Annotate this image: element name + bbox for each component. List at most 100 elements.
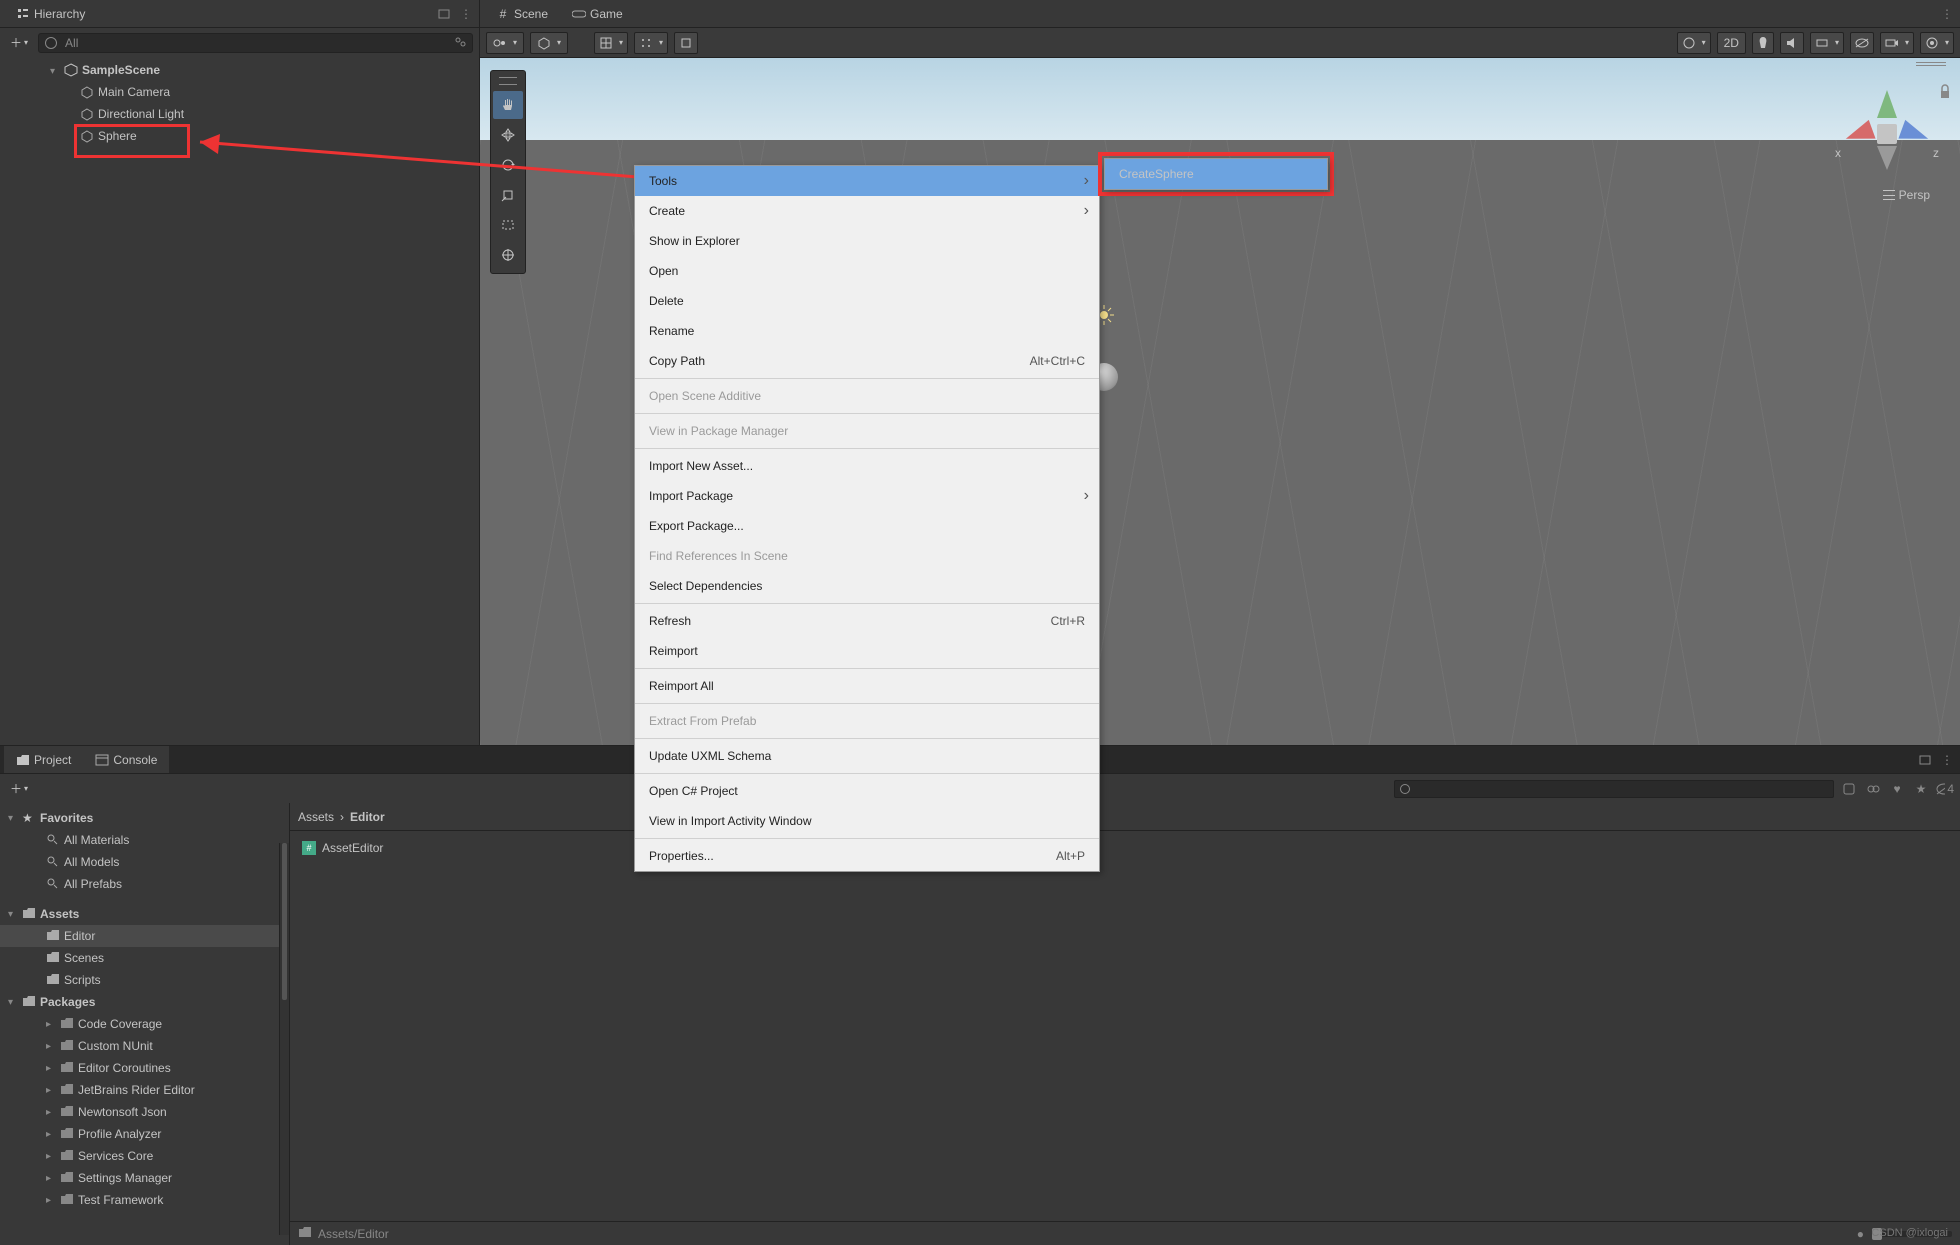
hidden-objects-button[interactable] — [1850, 32, 1874, 54]
move-tool-button[interactable] — [493, 121, 523, 149]
caret-icon[interactable] — [46, 1063, 56, 1074]
context-menu-item[interactable]: Tools — [635, 166, 1099, 196]
package-item[interactable]: Editor Coroutines — [0, 1057, 289, 1079]
context-menu-item[interactable]: Import Package — [635, 481, 1099, 511]
context-menu-item[interactable]: Properties...Alt+P — [635, 841, 1099, 871]
panel-options-icon[interactable] — [435, 5, 453, 23]
search-by-type-icon[interactable] — [1840, 780, 1858, 798]
context-menu-item[interactable]: Update UXML Schema — [635, 741, 1099, 771]
tab-hierarchy[interactable]: Hierarchy — [4, 0, 97, 27]
asset-item[interactable]: # AssetEditor — [302, 837, 1948, 859]
favorite-icon[interactable]: ★ — [1912, 780, 1930, 798]
orientation-gizmo[interactable]: x z — [1832, 76, 1942, 196]
favorites-header[interactable]: ★ Favorites — [0, 807, 289, 829]
pivot-mode-button[interactable]: ▾ — [486, 32, 524, 54]
tab-game[interactable]: Game — [560, 0, 635, 27]
scale-tool-button[interactable] — [493, 181, 523, 209]
folder-item[interactable]: Scenes — [0, 947, 289, 969]
caret-icon[interactable] — [46, 1151, 56, 1162]
tab-project[interactable]: Project — [4, 746, 83, 773]
snap-increment-button[interactable]: ▾ — [634, 32, 668, 54]
package-item[interactable]: Settings Manager — [0, 1167, 289, 1189]
grid-snap-button[interactable]: ▾ — [594, 32, 628, 54]
search-by-label-icon[interactable] — [1864, 780, 1882, 798]
package-item[interactable]: Custom NUnit — [0, 1035, 289, 1057]
draw-mode-button[interactable]: ▾ — [1677, 32, 1711, 54]
favorite-item[interactable]: All Models — [0, 851, 289, 873]
add-asset-button[interactable]: ＋▾ — [6, 778, 32, 799]
context-menu-item[interactable]: Create — [635, 196, 1099, 226]
package-item[interactable]: Services Core — [0, 1145, 289, 1167]
lighting-toggle-button[interactable] — [1752, 32, 1774, 54]
context-menu-item[interactable]: View in Import Activity Window — [635, 806, 1099, 836]
package-item[interactable]: Profile Analyzer — [0, 1123, 289, 1145]
packages-header[interactable]: Packages — [0, 991, 289, 1013]
scene-row[interactable]: SampleScene — [0, 59, 479, 81]
transform-tool-button[interactable] — [493, 241, 523, 269]
package-item[interactable]: JetBrains Rider Editor — [0, 1079, 289, 1101]
kebab-icon[interactable]: ⋮ — [1938, 5, 1956, 23]
save-search-icon[interactable]: ♥ — [1888, 780, 1906, 798]
2d-toggle-button[interactable]: 2D — [1717, 32, 1746, 54]
grip-handle[interactable] — [499, 77, 517, 85]
kebab-icon[interactable]: ⋮ — [1938, 751, 1956, 769]
context-menu-item[interactable]: Rename — [635, 316, 1099, 346]
project-search-input[interactable] — [1394, 780, 1834, 798]
favorite-item[interactable]: All Materials — [0, 829, 289, 851]
caret-icon[interactable] — [8, 997, 18, 1008]
kebab-icon[interactable]: ⋮ — [457, 5, 475, 23]
caret-icon[interactable] — [46, 1085, 56, 1096]
hierarchy-item[interactable]: Main Camera — [0, 81, 479, 103]
hierarchy-search-input[interactable]: All — [38, 33, 473, 53]
handle-rotation-button[interactable]: ▾ — [530, 32, 568, 54]
panel-drag-handle[interactable] — [1916, 62, 1946, 66]
caret-icon[interactable] — [8, 909, 18, 920]
audio-toggle-button[interactable] — [1780, 32, 1804, 54]
caret-icon[interactable] — [50, 63, 60, 77]
caret-icon[interactable] — [46, 1195, 56, 1206]
hierarchy-item[interactable]: Directional Light — [0, 103, 479, 125]
panel-options-icon[interactable] — [1916, 751, 1934, 769]
context-menu-item[interactable]: Import New Asset... — [635, 451, 1099, 481]
scrollbar[interactable] — [279, 843, 289, 1235]
caret-icon[interactable] — [46, 1129, 56, 1140]
hand-tool-button[interactable] — [493, 91, 523, 119]
scrollbar-thumb[interactable] — [282, 843, 287, 1000]
context-menu-item[interactable]: Open — [635, 256, 1099, 286]
snap-toggle-button[interactable] — [674, 32, 698, 54]
package-item[interactable]: Test Framework — [0, 1189, 289, 1211]
gizmo-toggle-button[interactable]: ▾ — [1920, 32, 1954, 54]
caret-icon[interactable] — [46, 1019, 56, 1030]
caret-icon[interactable] — [46, 1041, 56, 1052]
package-item[interactable]: Newtonsoft Json — [0, 1101, 289, 1123]
tab-console[interactable]: Console — [83, 746, 169, 773]
folder-item[interactable]: Scripts — [0, 969, 289, 991]
breadcrumb-segment[interactable]: Editor — [350, 810, 385, 824]
fx-toggle-button[interactable]: ▾ — [1810, 32, 1844, 54]
context-menu-item[interactable]: Show in Explorer — [635, 226, 1099, 256]
add-object-button[interactable]: ＋▾ — [6, 32, 32, 53]
context-menu-item[interactable]: Export Package... — [635, 511, 1099, 541]
package-item[interactable]: Code Coverage — [0, 1013, 289, 1035]
submenu-item-createsphere[interactable]: CreateSphere — [1105, 159, 1327, 189]
rect-tool-button[interactable] — [493, 211, 523, 239]
search-filter-icon[interactable] — [454, 36, 466, 51]
perspective-label[interactable]: Persp — [1883, 188, 1930, 202]
favorite-item[interactable]: All Prefabs — [0, 873, 289, 895]
context-menu-item[interactable]: Delete — [635, 286, 1099, 316]
caret-icon[interactable] — [46, 1107, 56, 1118]
breadcrumb-segment[interactable]: Assets — [298, 810, 334, 824]
camera-settings-button[interactable]: ▾ — [1880, 32, 1914, 54]
hidden-items-badge[interactable]: 4 — [1936, 780, 1954, 798]
caret-icon[interactable] — [46, 1173, 56, 1184]
context-menu-item[interactable]: Reimport — [635, 636, 1099, 666]
assets-header[interactable]: Assets — [0, 903, 289, 925]
rotate-tool-button[interactable] — [493, 151, 523, 179]
context-menu-item[interactable]: RefreshCtrl+R — [635, 606, 1099, 636]
context-menu-item[interactable]: Reimport All — [635, 671, 1099, 701]
tab-scene[interactable]: # Scene — [484, 0, 560, 27]
context-menu-item[interactable]: Select Dependencies — [635, 571, 1099, 601]
folder-item-editor[interactable]: Editor — [0, 925, 289, 947]
caret-icon[interactable] — [8, 813, 18, 824]
context-menu-item[interactable]: Open C# Project — [635, 776, 1099, 806]
